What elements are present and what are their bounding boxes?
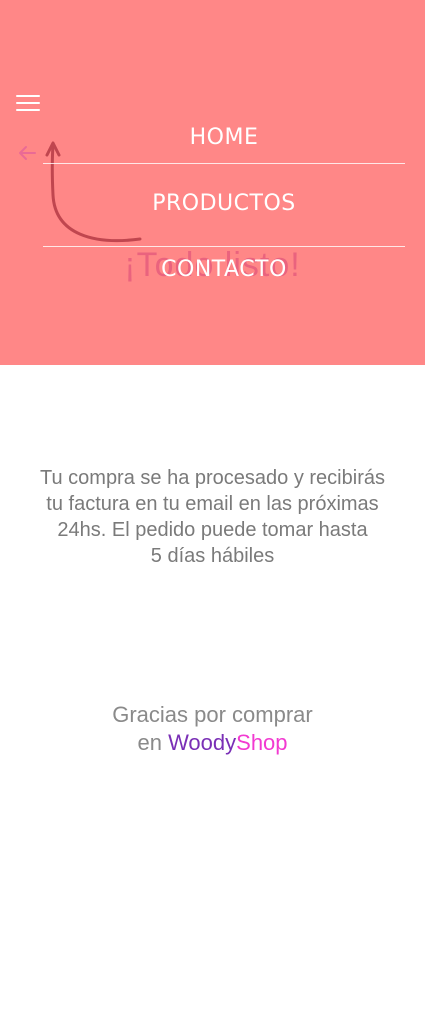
nav-item-productos[interactable]: PRODUCTOS [43,174,405,234]
thanks-line: Gracias por comprar [112,702,313,727]
nav-item-home[interactable]: HOME [43,108,405,168]
thanks-prefix: en [137,730,162,755]
brand-name-shop: Shop [236,730,288,755]
message-line: Tu compra se ha procesado y recibirás [40,467,385,489]
purchase-confirmation-message: Tu compra se ha procesado y recibirás tu… [0,465,425,569]
hero-banner: ¡Todo listo! HOME PRODUCTOS CONTACTO [0,0,425,365]
nav-item-contacto[interactable]: CONTACTO [43,240,405,300]
brand-name-woody: Woody [168,730,237,755]
thanks-brand-line: en WoodyShop [0,729,425,757]
message-line: 5 días hábiles [150,545,275,567]
message-line: 24hs. El pedido puede tomar hasta [57,519,368,541]
nav-divider [43,163,405,164]
message-line: tu factura en tu email en las próximas [46,493,379,515]
hamburger-menu-icon[interactable] [14,92,42,114]
thank-you-message: Gracias por comprar en WoodyShop [0,701,425,757]
nav-menu-overlay: HOME PRODUCTOS CONTACTO [0,0,425,365]
brand-name: WoodyShop [168,730,287,755]
